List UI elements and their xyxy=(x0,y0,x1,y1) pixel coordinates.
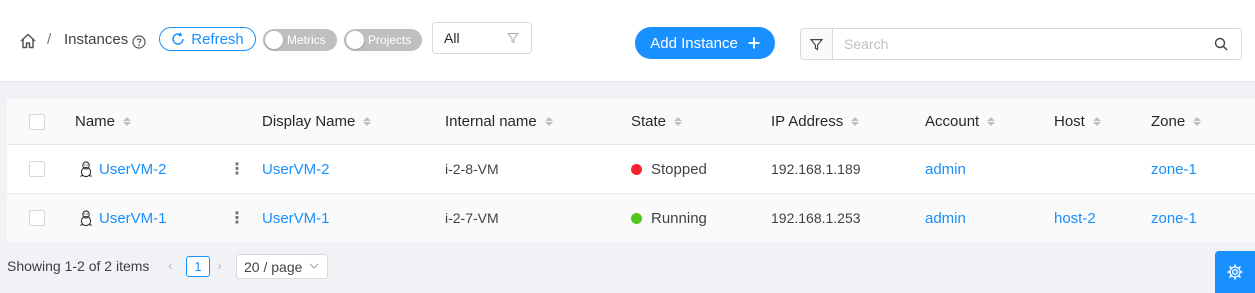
row-select-cell xyxy=(29,145,45,193)
sort-icon xyxy=(851,117,860,126)
sort-icon xyxy=(363,117,372,126)
column-header-state[interactable]: State xyxy=(631,99,683,144)
question-circle-icon[interactable] xyxy=(132,35,146,49)
linux-icon xyxy=(80,209,92,226)
sort-icon xyxy=(544,117,553,126)
select-all-cell xyxy=(29,99,45,144)
sort-icon xyxy=(674,117,683,126)
add-instance-button[interactable]: Add Instance xyxy=(635,27,775,59)
column-header-internal-name[interactable]: Internal name xyxy=(445,99,553,144)
search-filter-button[interactable] xyxy=(800,28,832,60)
search-bar xyxy=(800,28,1242,60)
internal-name-cell: i-2-7-VM xyxy=(445,210,499,226)
breadcrumb-current: Instances xyxy=(64,31,129,48)
account-cell: admin xyxy=(925,145,966,193)
top-toolbar: / Instances Refresh Metrics Projects All… xyxy=(0,0,1255,82)
sort-icon xyxy=(123,117,132,126)
internal-name-cell: i-2-8-VM xyxy=(445,161,499,177)
search-input[interactable] xyxy=(832,28,1242,60)
column-header-zone[interactable]: Zone xyxy=(1151,99,1202,144)
row-actions-cell: ⋮ xyxy=(229,194,245,242)
select-all-checkbox[interactable] xyxy=(29,113,45,130)
table-row: UserVM-2 ⋮ UserVM-2 i-2-8-VM Stopped 192… xyxy=(7,145,1255,194)
page-size-select[interactable]: 20 / page xyxy=(236,254,328,279)
linux-icon xyxy=(80,160,92,177)
instance-name-link[interactable]: UserVM-1 xyxy=(99,210,167,227)
display-name-link[interactable]: UserVM-1 xyxy=(262,210,330,227)
metrics-toggle[interactable]: Metrics xyxy=(263,29,337,51)
settings-button[interactable] xyxy=(1215,251,1255,293)
ip-cell: 192.168.1.253 xyxy=(771,210,861,226)
state-label: Stopped xyxy=(651,160,707,178)
table-row: UserVM-1 ⋮ UserVM-1 i-2-7-VM Running 192… xyxy=(7,194,1255,242)
metrics-toggle-label: Metrics xyxy=(287,33,326,47)
state-dot xyxy=(631,163,642,175)
zone-cell: zone-1 xyxy=(1151,194,1197,242)
state-label: Running xyxy=(651,209,707,227)
zone-link[interactable]: zone-1 xyxy=(1151,161,1197,178)
column-header-display-name[interactable]: Display Name xyxy=(262,99,372,144)
more-vertical-icon[interactable]: ⋮ xyxy=(229,208,245,228)
table-header-row: Name Display Name Internal name State IP… xyxy=(7,99,1255,145)
refresh-button[interactable]: Refresh xyxy=(159,27,256,51)
more-vertical-icon[interactable]: ⋮ xyxy=(229,159,245,179)
instance-name-link[interactable]: UserVM-2 xyxy=(99,161,167,178)
reload-icon xyxy=(172,32,184,45)
page-size-value: 20 / page xyxy=(244,258,303,275)
gear-icon xyxy=(1227,264,1243,280)
zone-cell: zone-1 xyxy=(1151,145,1197,193)
refresh-label: Refresh xyxy=(191,30,244,48)
account-link[interactable]: admin xyxy=(925,210,966,227)
row-checkbox[interactable] xyxy=(29,161,45,177)
state-dot xyxy=(631,212,642,224)
display-name-cell: UserVM-2 xyxy=(262,145,330,193)
row-checkbox[interactable] xyxy=(29,210,45,226)
column-header-account[interactable]: Account xyxy=(925,99,996,144)
add-instance-label: Add Instance xyxy=(650,34,738,52)
projects-toggle[interactable]: Projects xyxy=(344,29,422,51)
state-cell: Running xyxy=(631,194,707,242)
name-cell: UserVM-2 xyxy=(75,145,167,193)
display-name-link[interactable]: UserVM-2 xyxy=(262,161,330,178)
column-header-name[interactable]: Name xyxy=(75,99,132,144)
name-cell: UserVM-1 xyxy=(75,194,167,242)
prev-page-icon[interactable]: ‹ xyxy=(168,257,173,273)
filter-select-value: All xyxy=(444,30,460,46)
pagination-total: Showing 1-2 of 2 items xyxy=(7,258,150,274)
sort-icon xyxy=(1092,117,1101,126)
display-name-cell: UserVM-1 xyxy=(262,194,330,242)
row-select-cell xyxy=(29,194,45,242)
state-cell: Stopped xyxy=(631,145,707,193)
projects-toggle-label: Projects xyxy=(368,33,412,47)
host-link[interactable]: host-2 xyxy=(1054,210,1096,227)
plus-icon xyxy=(748,37,760,49)
ip-cell: 192.168.1.189 xyxy=(771,161,861,177)
account-cell: admin xyxy=(925,194,966,242)
filter-icon xyxy=(810,38,823,50)
home-icon[interactable] xyxy=(19,32,37,50)
host-cell: host-2 xyxy=(1054,194,1096,242)
page-number-button[interactable]: 1 xyxy=(186,256,210,277)
chevron-down-icon xyxy=(309,263,319,269)
filter-select[interactable]: All xyxy=(432,22,532,54)
next-page-icon[interactable]: › xyxy=(217,257,222,273)
account-link[interactable]: admin xyxy=(925,161,966,178)
column-header-ip-address[interactable]: IP Address xyxy=(771,99,860,144)
sort-icon xyxy=(1193,117,1202,126)
sort-icon xyxy=(987,117,996,126)
instances-table: Name Display Name Internal name State IP… xyxy=(7,99,1255,242)
filter-icon xyxy=(507,33,519,44)
breadcrumb-separator: / xyxy=(47,31,52,48)
toggle-knob xyxy=(265,31,283,49)
row-actions-cell: ⋮ xyxy=(229,145,245,193)
column-header-host[interactable]: Host xyxy=(1054,99,1101,144)
toggle-knob xyxy=(346,31,364,49)
search-icon[interactable] xyxy=(1214,37,1228,51)
zone-link[interactable]: zone-1 xyxy=(1151,210,1197,227)
